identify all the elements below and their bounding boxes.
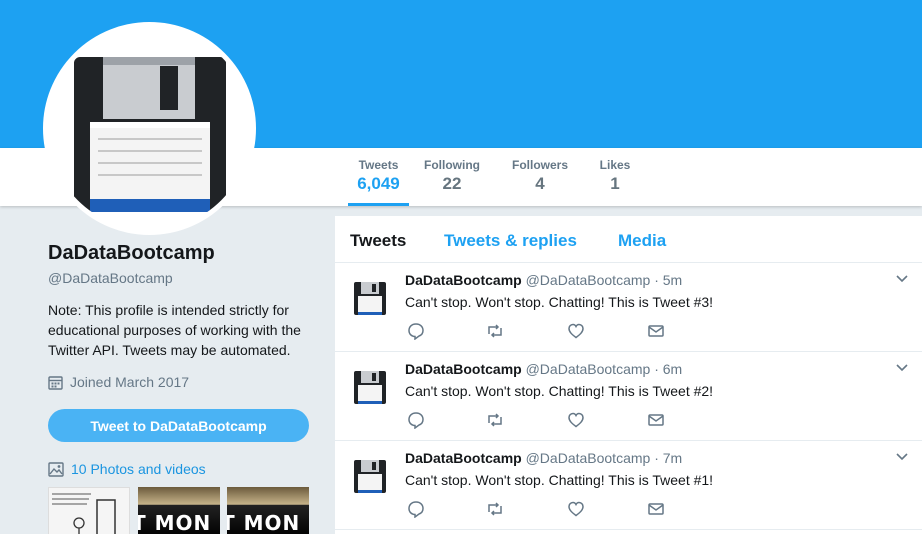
- tweet-timestamp[interactable]: · 5m: [654, 272, 682, 288]
- tweet-author-handle[interactable]: @DaDataBootcamp: [526, 361, 651, 377]
- cartoon-image: [49, 488, 129, 534]
- chevron-down-icon[interactable]: [895, 363, 909, 373]
- tweet-author-name[interactable]: DaDataBootcamp: [405, 450, 522, 466]
- retweet-icon[interactable]: [486, 500, 504, 518]
- stat-followers-value: 4: [535, 174, 545, 193]
- timeline: Tweets Tweets & replies Media DaDataBoot…: [335, 216, 922, 534]
- tweet-header: DaDataBootcamp @DaDataBootcamp · 5m: [405, 272, 682, 288]
- tweet-item[interactable]: DaDataBootcamp @DaDataBootcamp · 6m Can'…: [335, 352, 922, 441]
- tweet-author-name[interactable]: DaDataBootcamp: [405, 272, 522, 288]
- tweet-to-button[interactable]: Tweet to DaDataBootcamp: [48, 409, 309, 442]
- tab-media[interactable]: Media: [618, 231, 666, 251]
- thumbnail-caption: T MON: [227, 511, 301, 534]
- stat-tweets[interactable]: Tweets 6,049: [348, 148, 409, 206]
- stat-followers[interactable]: Followers 4: [508, 148, 572, 206]
- media-thumbnail[interactable]: T MON: [138, 487, 220, 534]
- stat-followers-label: Followers: [511, 158, 568, 172]
- retweet-icon[interactable]: [486, 411, 504, 429]
- reply-icon[interactable]: [407, 500, 425, 518]
- tweet-item[interactable]: DaDataBootcamp @DaDataBootcamp · 5m Can'…: [335, 263, 922, 352]
- heart-icon[interactable]: [567, 411, 585, 429]
- retweet-icon[interactable]: [486, 322, 504, 340]
- direct-message-icon[interactable]: [647, 322, 665, 340]
- tweet-timestamp[interactable]: · 6m: [654, 361, 682, 377]
- stat-likes[interactable]: Likes 1: [594, 148, 636, 206]
- heart-icon[interactable]: [567, 500, 585, 518]
- chevron-down-icon[interactable]: [895, 274, 909, 284]
- stat-tweets-label: Tweets: [358, 158, 399, 172]
- joined-date-text: Joined March 2017: [70, 374, 190, 390]
- image-icon: [48, 461, 64, 477]
- direct-message-icon[interactable]: [647, 411, 665, 429]
- tweet-author-name[interactable]: DaDataBootcamp: [405, 361, 522, 377]
- stat-likes-label: Likes: [599, 158, 631, 172]
- tweet-header: DaDataBootcamp @DaDataBootcamp · 6m: [405, 361, 682, 377]
- floppy-disk-icon: [74, 57, 226, 212]
- joined-date: Joined March 2017: [48, 374, 189, 390]
- profile-name[interactable]: DaDataBootcamp: [48, 242, 215, 265]
- tweet-header: DaDataBootcamp @DaDataBootcamp · 7m: [405, 450, 682, 466]
- tab-tweets[interactable]: Tweets: [350, 231, 406, 251]
- chevron-down-icon[interactable]: [895, 452, 909, 462]
- stat-following[interactable]: Following 22: [420, 148, 484, 206]
- stat-following-label: Following: [424, 158, 480, 172]
- tweet-text: Can't stop. Won't stop. Chatting! This i…: [405, 472, 714, 488]
- direct-message-icon[interactable]: [647, 500, 665, 518]
- timeline-tabs: Tweets Tweets & replies Media: [335, 216, 922, 263]
- tweet-avatar[interactable]: [351, 457, 389, 495]
- profile-bio: Note: This profile is intended strictly …: [48, 302, 301, 358]
- tweet-author-handle[interactable]: @DaDataBootcamp: [526, 272, 651, 288]
- stat-likes-value: 1: [610, 174, 620, 193]
- reply-icon[interactable]: [407, 322, 425, 340]
- media-thumbnail[interactable]: [48, 487, 130, 534]
- tab-tweets-replies[interactable]: Tweets & replies: [444, 231, 577, 251]
- tweet-avatar[interactable]: [351, 368, 389, 406]
- tweet-timestamp[interactable]: · 7m: [654, 450, 682, 466]
- photos-videos-label: 10 Photos and videos: [71, 461, 206, 477]
- tweet-author-handle[interactable]: @DaDataBootcamp: [526, 450, 651, 466]
- reply-icon[interactable]: [407, 411, 425, 429]
- tweet-avatar[interactable]: [351, 279, 389, 317]
- calendar-icon: [48, 375, 63, 390]
- thumbnail-caption: T MON: [138, 511, 212, 534]
- heart-icon[interactable]: [567, 322, 585, 340]
- tweet-item[interactable]: DaDataBootcamp @DaDataBootcamp · 7m Can'…: [335, 441, 922, 530]
- stat-tweets-value: 6,049: [357, 174, 400, 193]
- photos-videos-link[interactable]: 10 Photos and videos: [48, 461, 206, 477]
- tweet-text: Can't stop. Won't stop. Chatting! This i…: [405, 294, 714, 310]
- stat-following-value: 22: [442, 174, 462, 193]
- tweet-text: Can't stop. Won't stop. Chatting! This i…: [405, 383, 714, 399]
- profile-handle[interactable]: @DaDataBootcamp: [48, 270, 173, 286]
- media-thumbnail[interactable]: T MON: [227, 487, 309, 534]
- profile-avatar[interactable]: [43, 22, 256, 235]
